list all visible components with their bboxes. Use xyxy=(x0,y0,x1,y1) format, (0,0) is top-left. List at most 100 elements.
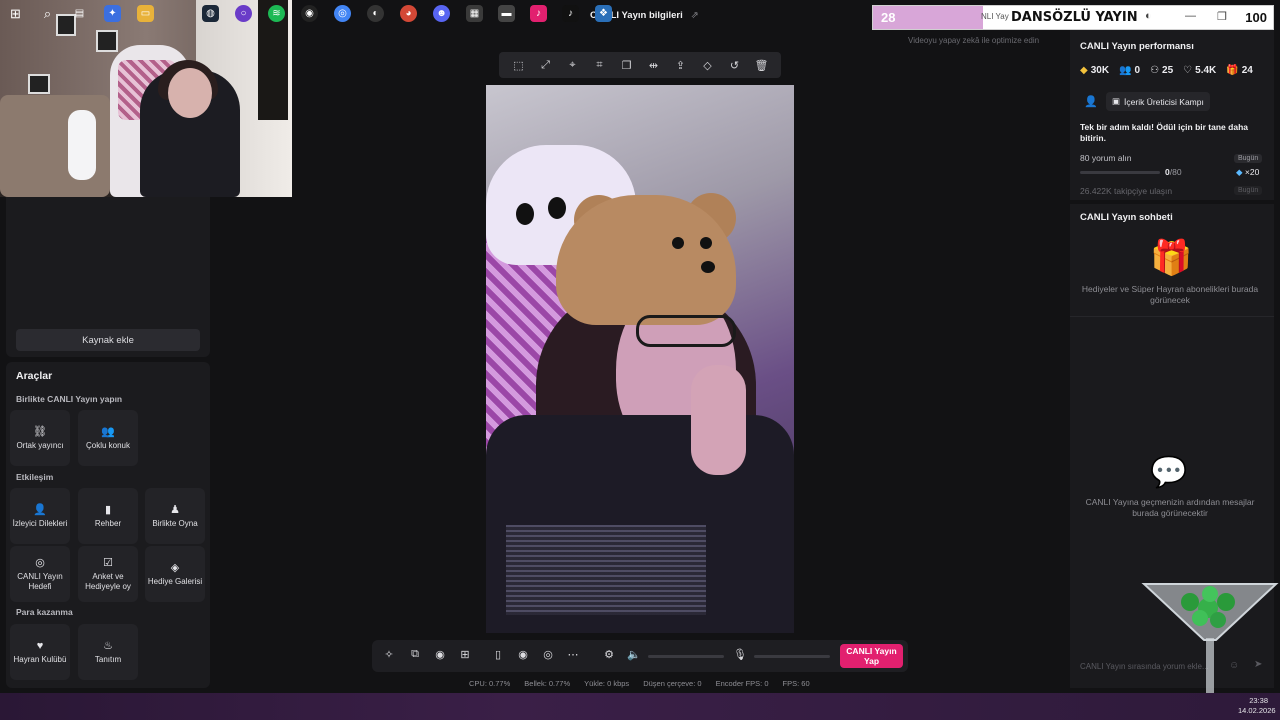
bottom-controls: ✧ ⧉ ◉ ⊞ ▯ ◉ ◎ ⋯ ⚙ 🔈 🎙 xyxy=(372,640,908,672)
metric-value: 0 xyxy=(1134,65,1141,76)
settings-sliders-icon[interactable]: ⚙ xyxy=(601,648,617,661)
tiktok-live-icon[interactable]: ♪ xyxy=(530,5,547,22)
obs-icon[interactable]: ◐ xyxy=(367,5,384,22)
goal-current-value: 28 xyxy=(881,10,896,25)
minimize-icon[interactable]: — xyxy=(1185,10,1196,22)
performance-metrics: ◆ 30K 👥 0 ⚇ 25 ♡ 5.4K 🎁 24 xyxy=(1080,65,1253,76)
section-title: Para kazanma xyxy=(16,607,73,617)
app-icon[interactable]: ○ xyxy=(235,5,252,22)
magic-wand-icon[interactable]: ✧ xyxy=(381,648,397,661)
tool-play-together[interactable]: ♟ Birlikte Oyna xyxy=(145,488,205,544)
tool-gift-gallery[interactable]: ◈ Hediye Galerisi xyxy=(145,546,205,602)
task-view-icon[interactable]: ▤ xyxy=(71,5,88,22)
app-icon[interactable]: ◕ xyxy=(400,5,417,22)
app-icon[interactable]: ◉ xyxy=(301,5,318,22)
tool-fan-club[interactable]: ♥ Hayran Kulübü xyxy=(10,624,70,680)
gift-gallery-icon: ◈ xyxy=(170,561,180,574)
poll-icon: ☑ xyxy=(103,556,113,569)
copilot-icon[interactable]: ✦ xyxy=(104,5,121,22)
record-icon[interactable]: ◉ xyxy=(515,648,531,661)
stream-preview[interactable] xyxy=(486,85,794,633)
center-icon[interactable]: ⌖ xyxy=(565,59,581,72)
tool-promote[interactable]: ♨ Tanıtım xyxy=(78,624,138,680)
step-text: Tek bir adım kaldı! Ödül için bir tane d… xyxy=(1080,122,1248,143)
today-badge: Bugün xyxy=(1234,154,1263,163)
metric-gifts: 🎁 24 xyxy=(1226,65,1253,76)
app-icon[interactable]: ▬ xyxy=(498,5,515,22)
tool-label: Tanıtım xyxy=(94,654,122,664)
tool-guide[interactable]: ▮ Rehber xyxy=(78,488,138,544)
app-root: Kaynak ekle Araçlar Birlikte CANLI Yayın… xyxy=(0,0,1280,720)
file-explorer-icon[interactable]: ▭ xyxy=(137,5,154,22)
app-icon[interactable]: ▦ xyxy=(466,5,483,22)
users-icon: 👥 xyxy=(101,425,115,438)
effects-icon[interactable]: ◉ xyxy=(432,648,448,661)
gift-icon: 🎁 xyxy=(1226,65,1239,76)
reward-value: ×20 xyxy=(1244,167,1260,177)
tool-co-host[interactable]: ⛓ Ortak yayıncı xyxy=(10,410,70,466)
app-icon[interactable]: ❖ xyxy=(595,5,612,22)
rotate-icon[interactable]: ↺ xyxy=(727,59,743,72)
olive xyxy=(1202,586,1218,602)
microphone-icon[interactable]: 🎙 xyxy=(732,648,748,661)
speaker-icon[interactable]: 🔈 xyxy=(626,648,642,661)
performance-title: CANLI Yayın performansı xyxy=(1080,41,1194,52)
add-source-button[interactable]: Kaynak ekle xyxy=(16,329,200,351)
creator-icon: 👤 xyxy=(1084,96,1098,108)
windows-start-icon[interactable]: ⊞ xyxy=(7,5,24,22)
metric-viewers: 👥 0 xyxy=(1119,65,1140,76)
ai-optimize-hint[interactable]: Videoyu yapay zekâ ile optimize edin xyxy=(908,36,1039,45)
link-icon: ⛓ xyxy=(33,425,47,438)
maximize-icon[interactable]: ❐ xyxy=(1217,10,1227,23)
add-media-icon[interactable]: ⊞ xyxy=(457,648,473,661)
chat-bubble-icon: 💬 xyxy=(1150,456,1188,489)
heart-icon: ♡ xyxy=(1183,65,1193,76)
chrome-icon[interactable]: ◎ xyxy=(334,5,351,22)
tool-multi-guest[interactable]: 👥 Çoklu konuk xyxy=(78,410,138,466)
share-icon[interactable]: ⇗ xyxy=(691,10,699,21)
tool-label: Rehber xyxy=(94,518,122,528)
select-icon[interactable]: ⬚ xyxy=(511,59,527,72)
olive xyxy=(1217,593,1235,611)
steam-icon[interactable]: ◍ xyxy=(202,5,219,22)
progress-total: /80 xyxy=(1169,167,1182,177)
diamond-icon: ◆ xyxy=(1236,167,1243,177)
crop-icon[interactable]: ⌗ xyxy=(592,59,608,72)
metric-coins: ◆ 30K xyxy=(1080,65,1109,76)
tool-label: Hediye Galerisi xyxy=(147,576,203,586)
camera-icon[interactable]: ◎ xyxy=(540,648,556,661)
portrait-icon[interactable]: ▯ xyxy=(490,648,506,661)
more-icon[interactable]: ⋯ xyxy=(565,648,581,661)
tiktok-icon[interactable]: ♪ xyxy=(562,5,579,22)
section-title: Birlikte CANLI Yayın yapın xyxy=(16,394,123,404)
taskbar-clock[interactable]: 23:38 14.02.2026 xyxy=(1238,696,1276,716)
fit-icon[interactable]: ⤢ xyxy=(538,59,554,72)
tool-label: Anket ve Hediyeyle oy xyxy=(85,571,131,591)
scene-icon[interactable]: ⧉ xyxy=(407,648,423,661)
creator-camp-button[interactable]: ▣ İçerik Üreticisi Kampı xyxy=(1106,92,1210,111)
goal-label: DANSÖZLÜ YAYIN xyxy=(1011,10,1138,25)
windows-taskbar xyxy=(0,693,1280,720)
delete-icon[interactable]: 🗑 xyxy=(754,59,770,72)
tools-title: Araçlar xyxy=(16,370,53,382)
go-live-button[interactable]: CANLI Yayın Yap xyxy=(840,644,903,668)
mic-slider[interactable] xyxy=(754,655,830,658)
coin-icon: ◆ xyxy=(1080,65,1088,76)
preview-bear-eye xyxy=(672,237,684,249)
tool-poll[interactable]: ☑ Anket ve Hediyeyle oy xyxy=(78,546,138,602)
metric-value: 30K xyxy=(1090,65,1110,76)
volume-slider[interactable] xyxy=(648,655,724,658)
spotify-icon[interactable]: ≋ xyxy=(268,5,285,22)
search-icon[interactable]: ⌕ xyxy=(39,5,56,22)
underlying-text: NLI Yay xyxy=(981,12,1009,21)
tool-live-goal[interactable]: ◎ CANLI Yayın Hedefi xyxy=(10,546,70,602)
duplicate-icon[interactable]: ❐ xyxy=(619,59,635,72)
tool-audience-wishes[interactable]: 👤 İzleyici Dilekleri xyxy=(10,488,70,544)
task-reward: ◆ ×20 xyxy=(1236,167,1259,178)
today-badge: Bugün xyxy=(1234,186,1263,195)
bring-front-icon[interactable]: ⇪ xyxy=(673,59,689,72)
flip-icon[interactable]: ⇹ xyxy=(646,59,662,72)
discord-icon[interactable]: ☻ xyxy=(433,5,450,22)
layers-icon[interactable]: ◇ xyxy=(700,59,716,72)
canvas-toolbar: ⬚ ⤢ ⌖ ⌗ ❐ ⇹ ⇪ ◇ ↺ 🗑 xyxy=(499,52,781,78)
